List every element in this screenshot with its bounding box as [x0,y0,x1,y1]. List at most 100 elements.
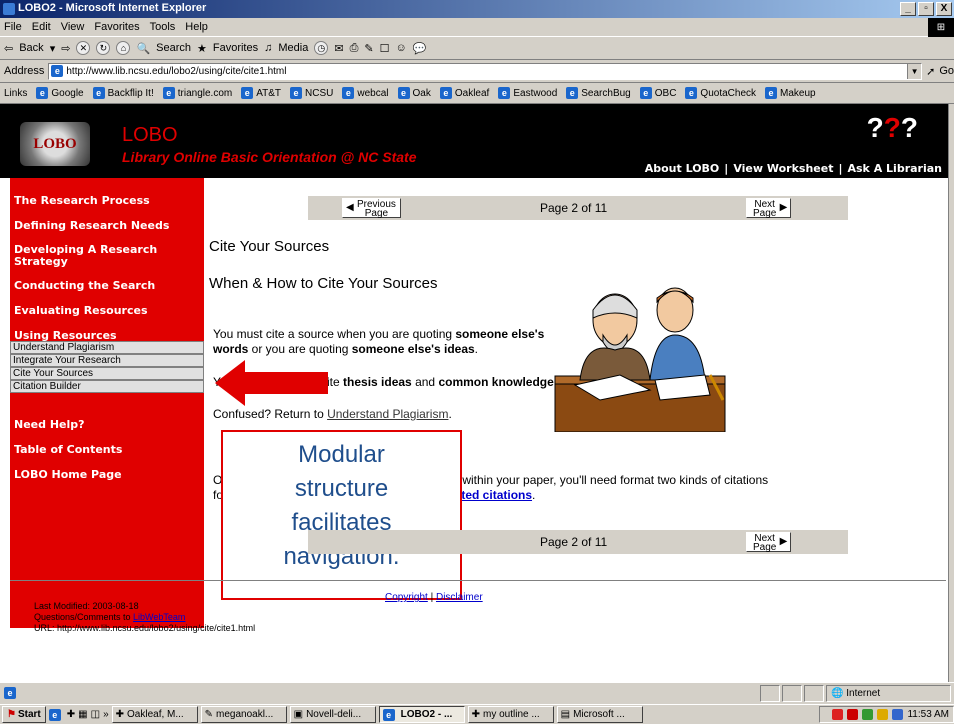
vertical-scrollbar[interactable] [948,104,954,682]
sidebar-item-lobo-home[interactable]: LOBO Home Page [10,468,122,481]
chat-icon[interactable]: 💬 [413,42,427,55]
quicklaunch-ie-icon[interactable]: e [48,708,61,721]
link-quotacheck[interactable]: e QuotaCheck [685,87,756,99]
comments-text: Questions/Comments to [34,612,134,622]
lobo-logo[interactable]: LOBO [20,122,90,166]
menu-favorites[interactable]: Favorites [94,21,139,36]
menu-edit[interactable]: Edit [32,21,51,36]
link-searchbug[interactable]: e SearchBug [566,87,631,99]
favorites-icon[interactable]: ★ [197,42,207,55]
quicklaunch-app-icon[interactable]: ✚ [67,709,75,720]
understand-plagiarism-link[interactable]: Understand Plagiarism [327,407,448,421]
quicklaunch-desktop-icon[interactable]: ◫ [91,709,100,720]
zone-label: Internet [846,688,881,699]
tray-icon[interactable] [862,709,874,720]
minimize-button[interactable]: _ [900,2,916,16]
back-arrow-icon[interactable]: ⇦ [4,42,13,55]
link-google[interactable]: e Google [36,87,84,99]
taskbar-label: Oakleaf, M... [127,709,184,720]
submenu-citation-builder[interactable]: Citation Builder [10,380,204,393]
menu-view[interactable]: View [61,21,85,36]
link-makeup[interactable]: e Makeup [765,87,816,99]
link-webcal[interactable]: e webcal [342,87,389,99]
page-url: URL: http://www.lib.ncsu.edu/lobo2/using… [34,623,256,633]
submenu-integrate-research[interactable]: Integrate Your Research [10,354,204,367]
link-att[interactable]: e AT&T [241,87,281,99]
link-obc[interactable]: e OBC [639,87,676,99]
forward-arrow-icon[interactable]: ⇨ [61,42,70,55]
mail-icon[interactable]: ✉ [334,42,343,55]
link-eastwood[interactable]: e Eastwood [498,87,557,99]
menu-tools[interactable]: Tools [150,21,176,36]
sidebar-item-evaluating-resources[interactable]: Evaluating Resources [10,304,148,317]
refresh-icon[interactable]: ↻ [96,41,111,55]
start-button[interactable]: ⚑ Start [2,706,46,723]
submenu-cite-sources[interactable]: Cite Your Sources [10,367,204,380]
menu-file[interactable]: File [4,21,22,36]
go-button[interactable]: Go [939,65,954,77]
previous-page-button[interactable]: ◀ Previous Page [342,198,401,219]
tray-icon[interactable] [847,709,859,720]
submenu-understand-plagiarism[interactable]: Understand Plagiarism [10,341,204,354]
link-triangle[interactable]: e triangle.com [162,87,232,99]
discuss-icon[interactable]: ☐ [380,42,390,55]
ask-librarian-link[interactable]: Ask A Librarian [848,162,943,175]
tray-icon[interactable] [832,709,844,720]
sidebar-item-defining-needs[interactable]: Defining Research Needs [10,219,169,232]
address-url[interactable]: http://www.lib.ncsu.edu/lobo2/using/cite… [66,66,286,77]
taskbar-button[interactable]: ▣ Novell-deli... [289,706,376,723]
sidebar-item-need-help[interactable]: Need Help? [10,418,85,431]
about-lobo-link[interactable]: About LOBO [645,162,720,175]
search-button[interactable]: Search [156,42,191,54]
next-page-button[interactable]: Next Page ▶ [746,198,792,219]
quicklaunch-chevron[interactable]: » [103,709,109,720]
windows-logo-icon: ⊞ [928,18,954,37]
sidebar-item-table-of-contents[interactable]: Table of Contents [10,443,122,456]
disclaimer-link[interactable]: Disclaimer [436,592,483,603]
print-icon[interactable]: ⎙ [350,42,359,55]
messenger-icon[interactable]: ☺ [395,42,406,54]
next-label-2: Page [753,208,777,219]
taskbar-button[interactable]: ✎ meganoakl... [200,706,287,723]
back-button[interactable]: Back [19,42,43,54]
link-oakleaf[interactable]: e Oakleaf [439,87,489,99]
tray-icon[interactable] [892,709,904,720]
search-icon[interactable]: 🔍 [136,42,150,55]
link-ncsu[interactable]: e NCSU [290,87,333,99]
web-page: LOBO LOBO Library Online Basic Orientati… [0,104,948,682]
taskbar-button[interactable]: ✚ my outline ... [467,706,554,723]
link-oak[interactable]: e Oak [397,87,431,99]
media-icon[interactable]: ♫ [264,42,272,54]
ie-window-icon[interactable] [3,3,15,15]
sidebar-item-conducting-search[interactable]: Conducting the Search [10,279,155,292]
media-button[interactable]: Media [278,42,308,54]
edit-icon[interactable]: ✎ [364,42,373,55]
taskbar-button-active[interactable]: e LOBO2 - ... [378,706,465,723]
address-dropdown-icon[interactable]: ▼ [907,63,922,79]
copyright-link[interactable]: Copyright [385,592,428,603]
go-arrow-icon[interactable]: ➚ [926,65,935,78]
chevron-down-icon[interactable]: ▾ [50,42,56,55]
app-icon: e [382,708,395,721]
view-worksheet-link[interactable]: View Worksheet [733,162,833,175]
sidebar-item-developing-strategy[interactable]: Developing A Research Strategy [10,244,180,268]
callout-line: Modular [298,441,385,468]
next-page-button[interactable]: Next Page ▶ [746,532,792,553]
link-backflip[interactable]: e Backflip It! [92,87,154,99]
history-icon[interactable]: ◷ [314,41,329,55]
libwebteam-link[interactable]: LibWebTeam [133,612,185,622]
status-bar: e 🌐 Internet [0,682,954,704]
favorites-button[interactable]: Favorites [213,42,258,54]
cited-citations-link[interactable]: ited citations [458,488,532,502]
taskbar-button[interactable]: ✚ Oakleaf, M... [111,706,198,723]
stop-icon[interactable]: ✕ [76,41,91,55]
close-button[interactable]: X [936,2,952,16]
menu-help[interactable]: Help [185,21,208,36]
tray-icon[interactable] [877,709,889,720]
taskbar-button[interactable]: ▤ Microsoft ... [556,706,643,723]
address-input[interactable]: e http://www.lib.ncsu.edu/lobo2/using/ci… [48,62,923,80]
home-icon[interactable]: ⌂ [116,41,131,55]
restore-button[interactable]: ▫ [918,2,934,16]
sidebar-item-research-process[interactable]: The Research Process [10,194,150,207]
quicklaunch-app-icon[interactable]: ▦ [78,709,87,720]
